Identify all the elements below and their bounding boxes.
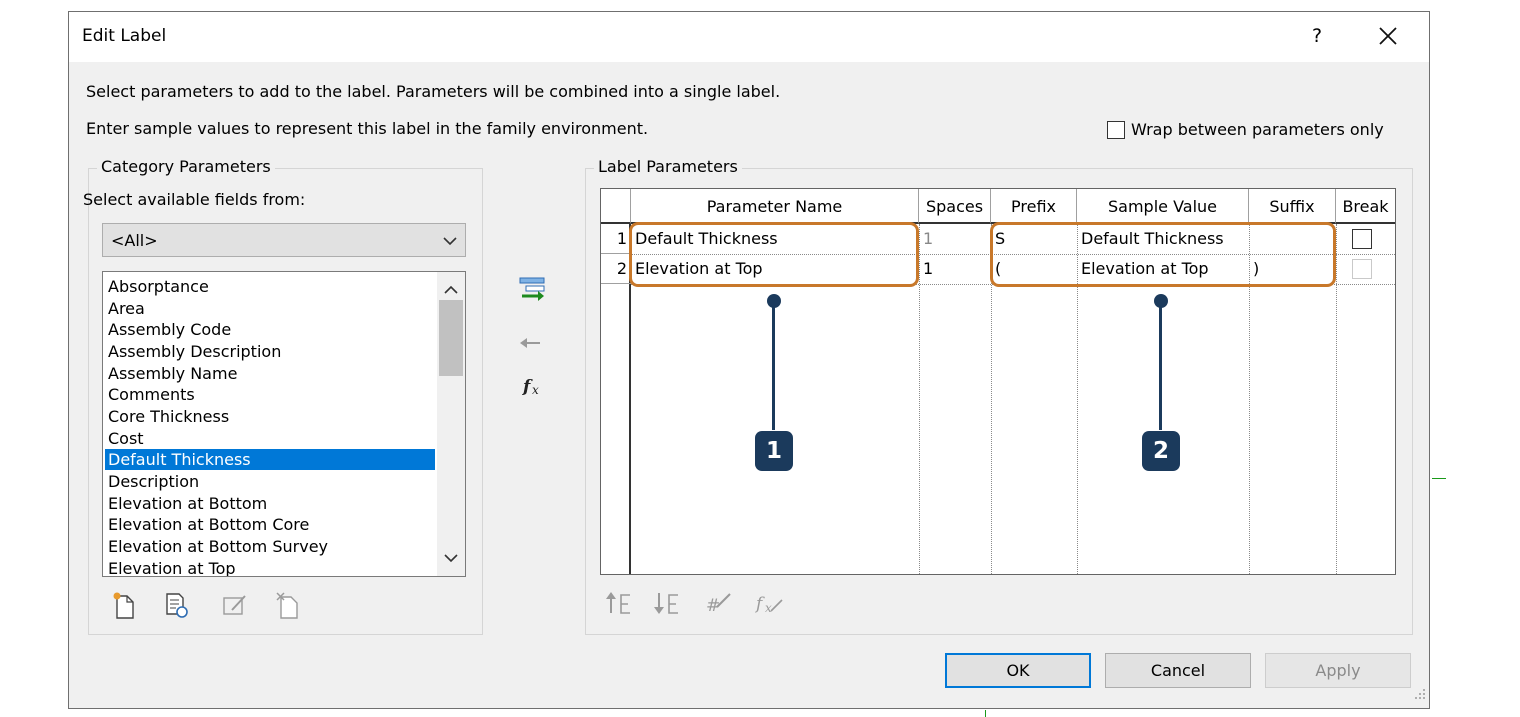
ok-button[interactable]: OK xyxy=(945,653,1091,688)
instruction-text-2: Enter sample values to represent this la… xyxy=(86,119,649,138)
add-parameter-to-label-icon[interactable] xyxy=(518,274,548,309)
resize-grip-icon[interactable] xyxy=(1412,685,1426,705)
column-header-spaces[interactable]: Spaces xyxy=(919,189,991,224)
chevron-down-icon xyxy=(443,233,457,253)
remove-parameter-icon[interactable] xyxy=(273,590,303,620)
column-header-parameter-name[interactable]: Parameter Name xyxy=(631,189,919,224)
chevron-down-icon[interactable] xyxy=(444,548,458,568)
grid-corner-header xyxy=(601,189,631,224)
list-item[interactable]: Description xyxy=(105,471,435,492)
available-fields-list[interactable]: Absorptance Area Assembly Code Assembly … xyxy=(102,271,466,577)
fields-dropdown-value: <All> xyxy=(111,231,158,250)
close-icon xyxy=(1379,27,1397,45)
list-item[interactable]: Assembly Description xyxy=(105,341,435,362)
fields-dropdown[interactable]: <All> xyxy=(102,223,466,257)
scrollbar-thumb[interactable] xyxy=(439,300,463,376)
formula-parameter-icon[interactable]: f x xyxy=(754,589,784,619)
column-header-prefix[interactable]: Prefix xyxy=(991,189,1077,224)
callout-leader-line xyxy=(772,306,775,430)
list-item[interactable]: Elevation at Bottom Core xyxy=(105,514,435,535)
row-number[interactable]: 1 xyxy=(601,224,631,254)
callout-outline-prefix-sample-suffix xyxy=(990,222,1336,287)
move-parameter-down-icon[interactable] xyxy=(652,589,682,619)
grid-divider xyxy=(1336,224,1337,574)
list-scrollbar[interactable] xyxy=(437,272,465,576)
column-header-break[interactable]: Break xyxy=(1336,189,1395,224)
list-item[interactable]: Core Thickness xyxy=(105,406,435,427)
row-number[interactable]: 2 xyxy=(601,254,631,284)
label-parameters-title: Label Parameters xyxy=(594,157,742,176)
select-fields-label: Select available fields from: xyxy=(83,190,306,209)
svg-text:x: x xyxy=(765,601,772,615)
list-item[interactable]: Absorptance xyxy=(105,276,435,297)
edit-parameter-icon[interactable] xyxy=(219,590,249,620)
chevron-up-icon[interactable] xyxy=(444,280,458,300)
list-item[interactable]: Assembly Name xyxy=(105,363,435,384)
dialog-title: Edit Label xyxy=(82,26,167,46)
svg-text:f: f xyxy=(754,594,765,614)
list-item[interactable]: Elevation at Bottom xyxy=(105,493,435,514)
edit-label-dialog: Edit Label ? Select parameters to add to… xyxy=(68,11,1430,709)
wrap-between-parameters-option[interactable]: Wrap between parameters only xyxy=(1107,120,1384,139)
column-header-suffix[interactable]: Suffix xyxy=(1249,189,1336,224)
edit-shared-parameter-icon[interactable] xyxy=(161,590,191,620)
callout-outline-parameter-names xyxy=(629,222,919,287)
category-parameters-title: Category Parameters xyxy=(97,157,275,176)
list-item[interactable]: Comments xyxy=(105,384,435,405)
remove-parameter-from-label-icon[interactable] xyxy=(518,334,544,357)
background-mark xyxy=(1432,478,1446,479)
instruction-text-1: Select parameters to add to the label. P… xyxy=(86,82,781,101)
list-item[interactable]: Area xyxy=(105,298,435,319)
background-mark xyxy=(985,710,986,717)
list-item[interactable]: Assembly Code xyxy=(105,319,435,340)
new-parameter-icon[interactable] xyxy=(109,590,139,620)
break-checkbox[interactable] xyxy=(1352,229,1372,249)
list-item[interactable]: Elevation at Top xyxy=(105,558,435,576)
svg-text:x: x xyxy=(532,383,539,397)
break-checkbox-disabled xyxy=(1352,259,1372,279)
list-item-selected[interactable]: Default Thickness xyxy=(105,449,435,470)
wrap-between-parameters-checkbox[interactable] xyxy=(1107,120,1125,139)
close-button[interactable] xyxy=(1371,20,1405,52)
move-parameter-up-icon[interactable] xyxy=(604,589,634,619)
formula-fx-icon[interactable]: f x xyxy=(521,373,549,404)
column-header-sample-value[interactable]: Sample Value xyxy=(1077,189,1249,224)
callout-badge-1: 1 xyxy=(755,431,793,471)
cancel-button[interactable]: Cancel xyxy=(1105,653,1251,688)
apply-button[interactable]: Apply xyxy=(1265,653,1411,688)
wrap-between-parameters-label: Wrap between parameters only xyxy=(1131,120,1384,139)
list-item[interactable]: Cost xyxy=(105,428,435,449)
title-bar: Edit Label ? xyxy=(69,12,1429,62)
help-button[interactable]: ? xyxy=(1305,22,1329,50)
cell-spaces[interactable]: 1 xyxy=(920,224,990,254)
edit-parameter-units-icon[interactable]: # xyxy=(704,589,734,619)
callout-leader-line xyxy=(1159,306,1162,430)
cell-spaces[interactable]: 1 xyxy=(920,254,990,284)
callout-badge-2: 2 xyxy=(1142,431,1180,471)
list-item[interactable]: Elevation at Bottom Survey xyxy=(105,536,435,557)
